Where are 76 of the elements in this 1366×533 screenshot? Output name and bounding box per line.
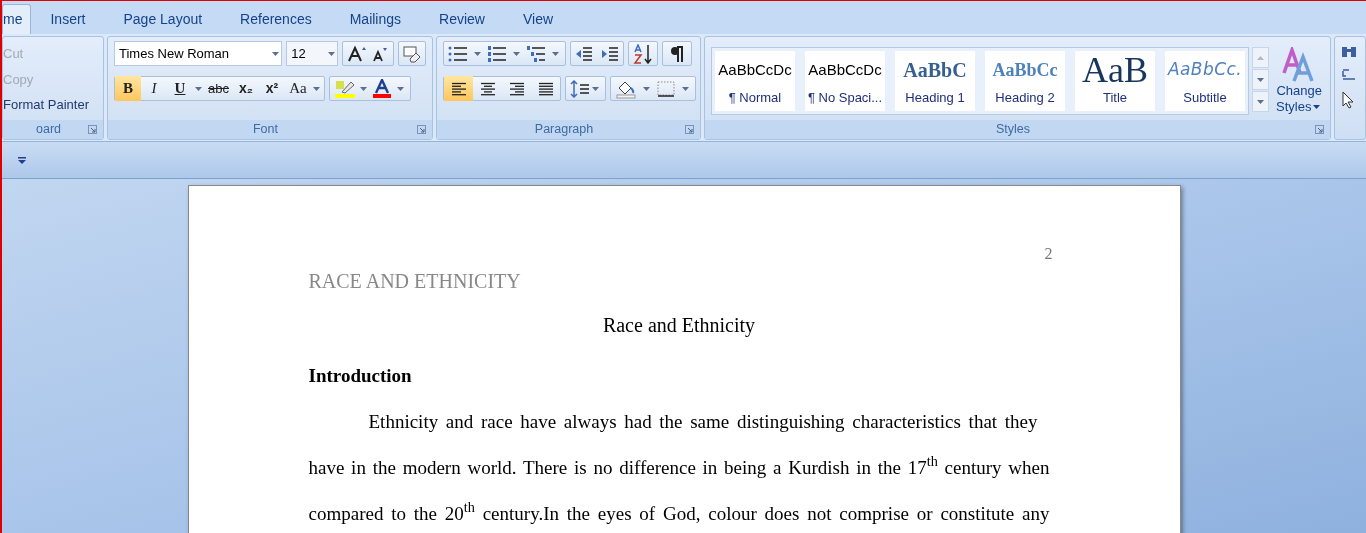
- eraser-icon[interactable]: [402, 44, 422, 63]
- style-gallery-item[interactable]: AaBbCcDc ¶ Normal: [715, 51, 795, 111]
- align-button[interactable]: [444, 76, 473, 101]
- align-icon: [537, 81, 554, 96]
- dropdown-arrow-icon[interactable]: [359, 86, 367, 91]
- ribbon-tab[interactable]: View: [503, 4, 573, 34]
- ribbon-tab[interactable]: Mailings: [330, 4, 421, 34]
- format-button[interactable]: B: [115, 76, 141, 101]
- style-gallery-item[interactable]: AaBbC Heading 1: [895, 51, 975, 111]
- section-heading: Introduction: [308, 364, 412, 388]
- dropdown-arrow-icon[interactable]: [474, 51, 481, 56]
- customize-toolbar-icon[interactable]: [18, 156, 26, 164]
- style-gallery-item[interactable]: AaBbCcDc ¶ No Spaci...: [805, 51, 885, 111]
- align-icon: [450, 81, 467, 96]
- dropdown-arrow-icon[interactable]: [1313, 105, 1321, 109]
- body-text-line: Ethnicity and race have always had the same distinguishing characteristics that they: [368, 409, 1038, 434]
- ribbon-tab[interactable]: Page Layout: [104, 4, 222, 34]
- font-size-field[interactable]: 12: [286, 41, 338, 66]
- document-title: Race and Ethnicity: [602, 313, 756, 339]
- dropdown-arrow-icon[interactable]: [682, 86, 689, 91]
- group-label: Font: [252, 121, 279, 139]
- align-icon: [479, 81, 496, 96]
- ribbon-tab[interactable]: me: [2, 4, 32, 34]
- style-gallery-item[interactable]: AaBbCc Heading 2: [985, 51, 1065, 111]
- format-button[interactable]: Aa: [284, 76, 311, 101]
- dropdown-arrow-icon[interactable]: [195, 86, 202, 91]
- dropdown-arrow-icon[interactable]: [396, 86, 404, 91]
- dropdown-arrow-icon[interactable]: [643, 86, 650, 91]
- format-button[interactable]: abc: [204, 76, 233, 101]
- highlighter-icon[interactable]: [333, 78, 356, 99]
- ribbon-tab[interactable]: Insert: [31, 4, 105, 34]
- font-color-icon[interactable]: [370, 78, 393, 99]
- format-button[interactable]: U: [167, 76, 193, 101]
- cursor-icon[interactable]: [1341, 91, 1355, 109]
- bullets-icon[interactable]: [448, 45, 468, 62]
- dialog-launcher-icon[interactable]: [685, 125, 694, 134]
- more-button[interactable]: [1252, 91, 1269, 112]
- style-gallery-item[interactable]: AaBbCc. Subtitle: [1165, 51, 1245, 111]
- group-label: oard: [35, 121, 62, 139]
- format-button[interactable]: x₂: [232, 76, 259, 101]
- dropdown-arrow-icon[interactable]: [552, 51, 559, 56]
- ribbon-tab[interactable]: References: [221, 4, 331, 34]
- borders-icon[interactable]: [656, 79, 676, 98]
- style-gallery-item[interactable]: AaB Title: [1075, 51, 1155, 111]
- page-number: 2: [1044, 244, 1053, 264]
- numbering-icon[interactable]: [487, 45, 507, 62]
- body-text-line: compared to the 20$^{th}$ century.In the eyes of God, colour does not comprise or constitute any: [308, 500, 1050, 526]
- decrease-indent-icon[interactable]: [575, 45, 593, 62]
- scroll-down-button[interactable]: [1252, 69, 1269, 90]
- group-label: Styles: [994, 121, 1031, 139]
- dropdown-arrow-icon[interactable]: [312, 86, 320, 91]
- increase-indent-icon[interactable]: [601, 45, 619, 62]
- clipboard-button[interactable]: Format Painter: [3, 95, 97, 115]
- line-spacing-icon[interactable]: [570, 79, 590, 98]
- ribbon-tab[interactable]: Review: [420, 4, 504, 34]
- format-button[interactable]: I: [141, 76, 167, 101]
- dropdown-arrow-icon[interactable]: [328, 51, 335, 56]
- dialog-launcher-icon[interactable]: [1315, 125, 1324, 134]
- body-text-line: have in the modern world. There is no difference in being a Kurdish in the 17$^{th}$ century when: [308, 454, 1050, 480]
- pilcrow-icon[interactable]: [669, 44, 685, 63]
- dropdown-arrow-icon[interactable]: [272, 51, 280, 56]
- dialog-launcher-icon[interactable]: [88, 125, 97, 134]
- change-styles-button[interactable]: Change Styles: [1276, 47, 1323, 115]
- page-header: RACE AND ETHNICITY: [308, 269, 521, 294]
- multilevel-list-icon[interactable]: [526, 45, 546, 62]
- align-icon: [508, 81, 525, 96]
- dropdown-arrow-icon[interactable]: [513, 51, 520, 56]
- group-label: Paragraph: [533, 121, 595, 139]
- grow-font-icon[interactable]: [347, 44, 367, 63]
- format-button[interactable]: x²: [258, 76, 285, 101]
- dropdown-arrow-icon[interactable]: [592, 86, 599, 91]
- more-icon[interactable]: [1257, 99, 1264, 104]
- scroll-down-icon[interactable]: [1257, 77, 1264, 82]
- font-name-field[interactable]: Times New Roman: [114, 41, 283, 66]
- sort-icon[interactable]: [632, 43, 654, 64]
- dialog-launcher-icon[interactable]: [417, 125, 426, 134]
